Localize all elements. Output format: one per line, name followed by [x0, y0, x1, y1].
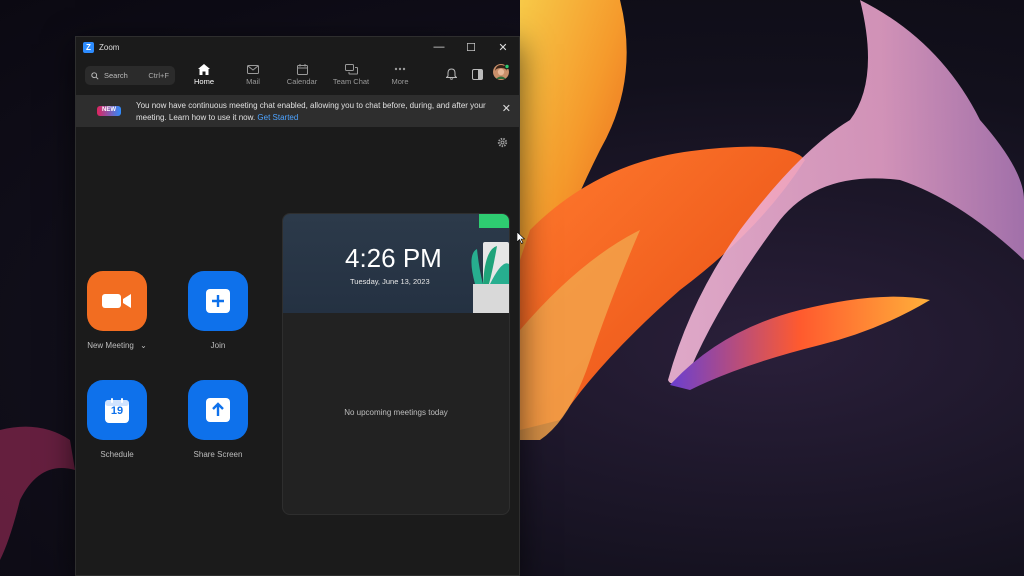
panel-icon [472, 69, 483, 80]
window-title: Zoom [99, 42, 120, 52]
side-panel-button[interactable] [472, 67, 483, 85]
share-arrow-icon [206, 398, 230, 422]
zoom-window: Z Zoom — ☐ ✕ Search Ctrl+F Home Mail Cal… [75, 36, 520, 576]
join-label: Join [210, 341, 226, 350]
tab-label: Team Chat [332, 77, 370, 86]
chevron-down-icon[interactable]: ⌄ [140, 341, 147, 350]
banner-text: You now have continuous meeting chat ena… [136, 101, 486, 122]
home-icon [198, 63, 210, 75]
notification-banner: NEW You now have continuous meeting chat… [76, 95, 519, 127]
minimize-button[interactable]: — [423, 37, 455, 57]
search-shortcut: Ctrl+F [148, 71, 169, 80]
calendar-icon [296, 63, 308, 75]
more-icon [394, 67, 406, 71]
new-badge: NEW [97, 106, 121, 116]
banner-message: You now have continuous meeting chat ena… [136, 100, 498, 123]
clock-header: 4:26 PM Tuesday, June 13, 2023 [283, 214, 509, 313]
mail-icon [247, 64, 259, 74]
tab-home[interactable]: Home [182, 61, 226, 86]
new-meeting-button[interactable] [87, 271, 147, 331]
tab-calendar[interactable]: Calendar [280, 61, 324, 86]
plant-illustration-icon [471, 214, 509, 313]
new-meeting-action[interactable]: New Meeting ⌄ [77, 271, 157, 350]
join-action[interactable]: Join [178, 271, 258, 350]
share-screen-button[interactable] [188, 380, 248, 440]
chat-icon [344, 63, 358, 74]
main-toolbar: Search Ctrl+F Home Mail Calendar Team Ch… [76, 57, 519, 93]
avatar[interactable] [492, 63, 510, 86]
search-label: Search [104, 71, 128, 80]
current-time: 4:26 PM [345, 243, 442, 273]
join-button[interactable] [188, 271, 248, 331]
schedule-button[interactable]: 19 [87, 380, 147, 440]
tab-label: Calendar [286, 77, 318, 86]
settings-button[interactable] [497, 135, 508, 153]
gear-icon [497, 137, 508, 148]
banner-close-button[interactable]: ✕ [502, 103, 511, 116]
new-meeting-text: New Meeting [87, 341, 134, 350]
tab-team-chat[interactable]: Team Chat [329, 61, 373, 86]
plus-box-icon [206, 289, 230, 313]
bell-icon [445, 68, 458, 80]
schedule-label: Schedule [100, 450, 134, 459]
tab-mail[interactable]: Mail [231, 61, 275, 86]
get-started-link[interactable]: Get Started [257, 113, 298, 122]
no-meetings-text: No upcoming meetings today [344, 408, 448, 417]
close-button[interactable]: ✕ [487, 37, 519, 57]
tab-more[interactable]: More [378, 61, 422, 86]
current-date: Tuesday, June 13, 2023 [350, 277, 430, 286]
maximize-button[interactable]: ☐ [455, 37, 487, 57]
schedule-action[interactable]: 19 Schedule [77, 380, 157, 459]
avatar-icon [493, 63, 510, 80]
upcoming-meetings-panel: 4:26 PM Tuesday, June 13, 2023 No upcomi… [282, 213, 510, 515]
mouse-cursor-icon [516, 231, 526, 249]
tab-label: More [391, 77, 409, 86]
zoom-logo-icon: Z [83, 41, 94, 53]
title-bar: Z Zoom — ☐ ✕ [76, 37, 519, 57]
share-screen-label: Share Screen [193, 450, 243, 459]
search-box[interactable]: Search Ctrl+F [85, 66, 175, 85]
tab-label: Home [193, 77, 214, 86]
video-camera-icon [102, 294, 131, 308]
calendar-day: 19 [110, 405, 124, 417]
new-meeting-label: New Meeting ⌄ [87, 341, 147, 350]
share-screen-action[interactable]: Share Screen [178, 380, 258, 459]
notifications-button[interactable] [445, 67, 458, 85]
tab-label: Mail [246, 77, 260, 86]
search-icon [91, 71, 99, 80]
window-controls: — ☐ ✕ [423, 37, 519, 57]
